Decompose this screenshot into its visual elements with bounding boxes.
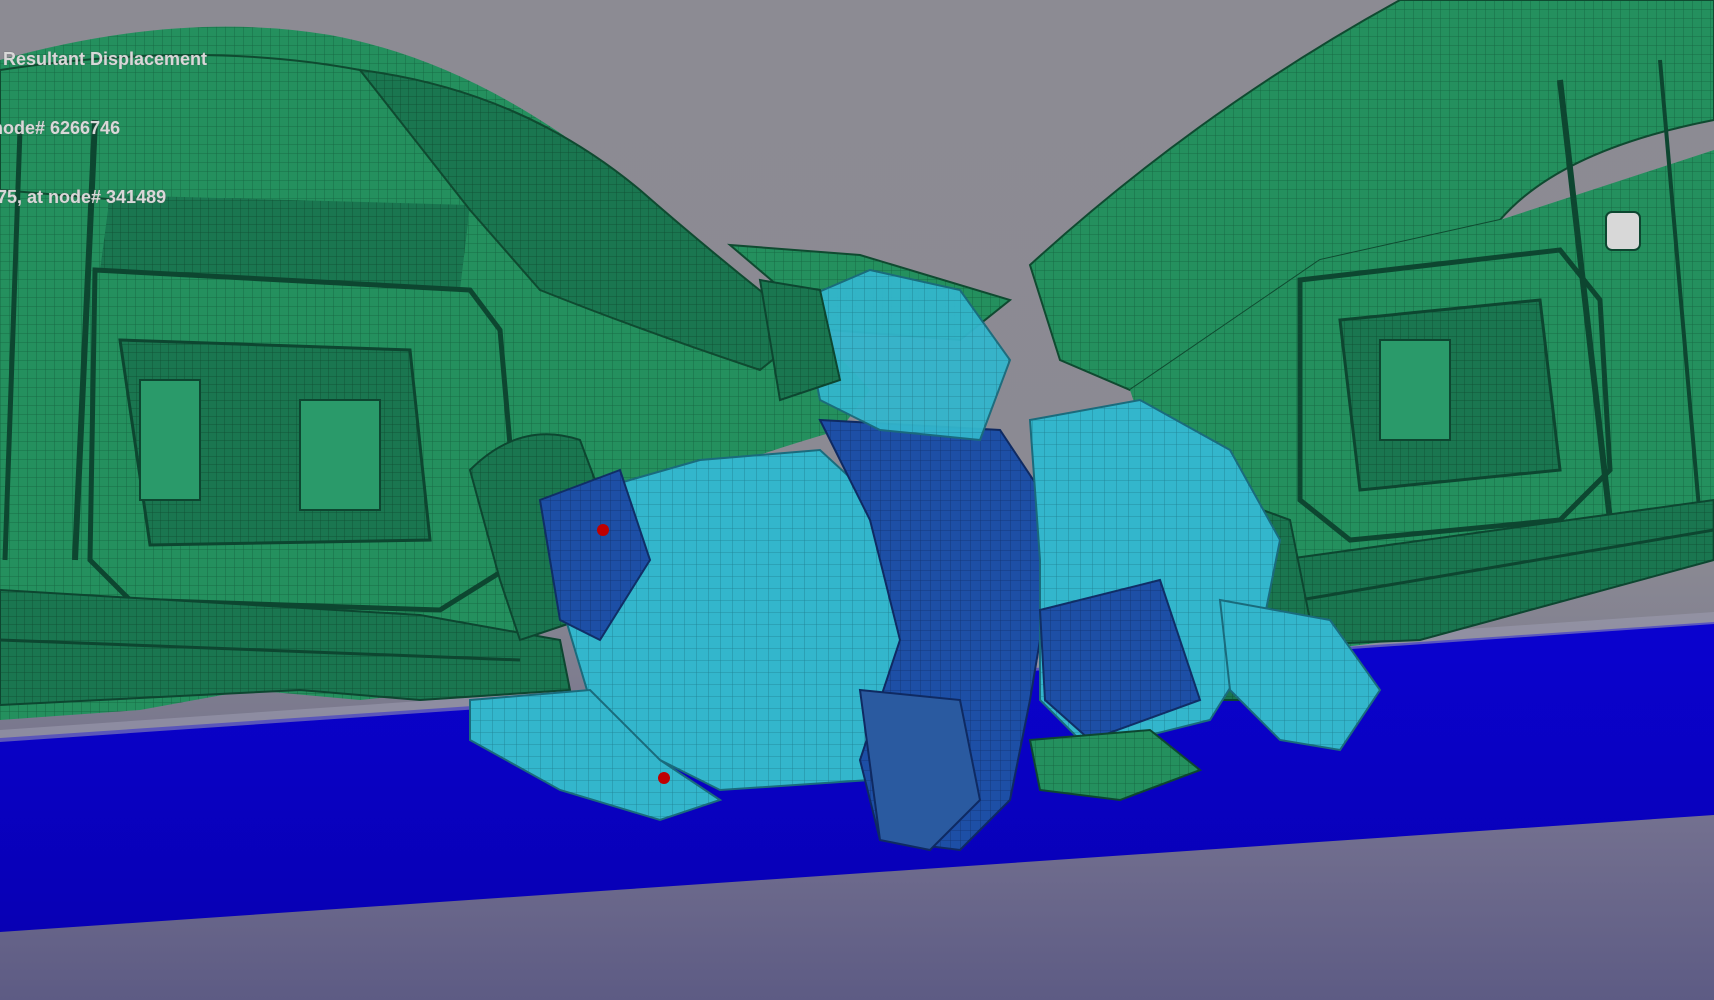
node-marker bbox=[658, 772, 670, 784]
3d-viewport[interactable]: f Resultant Displacement node# 6266746 .… bbox=[0, 0, 1714, 1000]
node-marker bbox=[597, 524, 609, 536]
fea-crash-scene bbox=[0, 0, 1714, 1000]
